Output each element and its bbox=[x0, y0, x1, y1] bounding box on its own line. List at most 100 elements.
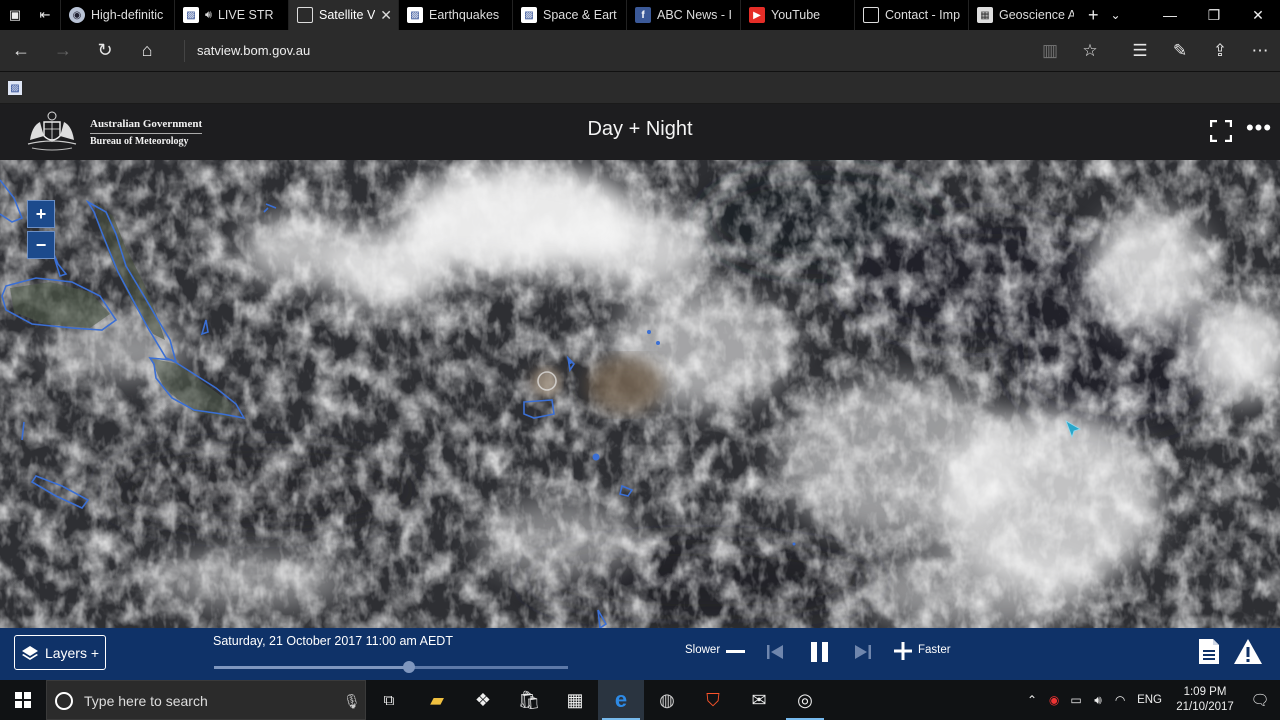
step-back-icon[interactable] bbox=[765, 642, 785, 662]
tab-title: LIVE STR bbox=[217, 8, 274, 22]
store-icon[interactable]: 🛍︎ bbox=[506, 680, 552, 720]
obs-icon[interactable]: ◎ bbox=[782, 680, 828, 720]
favorites-bar: ▨ bbox=[0, 72, 1280, 104]
facebook-icon: f bbox=[635, 7, 651, 23]
youtube-icon: ▶ bbox=[749, 7, 765, 23]
globe-app-icon[interactable]: ◍ bbox=[644, 680, 690, 720]
back-arrow-icon[interactable]: ← bbox=[0, 30, 42, 72]
new-tab-icon[interactable]: + bbox=[1088, 5, 1099, 26]
slower-minus-icon[interactable] bbox=[726, 650, 745, 653]
bom-icon: ▨ bbox=[407, 7, 423, 23]
speaker-icon[interactable]: 🔊︎ bbox=[205, 9, 212, 22]
tab-title: High-definitic bbox=[91, 8, 164, 22]
notifications-icon[interactable]: 🗨︎ bbox=[1240, 691, 1280, 709]
bom-icon: ▨ bbox=[183, 7, 199, 23]
search-placeholder: Type here to search bbox=[84, 693, 208, 709]
warning-icon[interactable] bbox=[1233, 638, 1263, 666]
task-view-icon[interactable]: ⧉ bbox=[366, 680, 412, 720]
layers-label: Layers + bbox=[44, 644, 100, 661]
fullscreen-icon[interactable] bbox=[1210, 120, 1232, 142]
tab-high-definition[interactable]: ◉ High-definitic bbox=[60, 0, 174, 30]
globe-icon: ◉ bbox=[69, 7, 85, 23]
timeline-progress bbox=[214, 666, 409, 669]
file-explorer-icon[interactable]: ▰ bbox=[414, 680, 460, 720]
cortana-icon bbox=[55, 692, 73, 710]
timeline-slider[interactable] bbox=[214, 661, 568, 673]
forward-arrow-icon[interactable]: → bbox=[42, 30, 84, 72]
home-icon[interactable]: ⌂ bbox=[126, 30, 168, 72]
page-title: Day + Night bbox=[587, 118, 693, 140]
layers-icon bbox=[21, 645, 38, 660]
layers-button[interactable]: Layers + bbox=[14, 635, 106, 670]
tab-youtube[interactable]: ▶ YouTube bbox=[740, 0, 854, 30]
tab-abc-news[interactable]: f ABC News - I bbox=[626, 0, 740, 30]
satellite-image bbox=[0, 160, 1280, 628]
calculator-icon[interactable]: ▦ bbox=[552, 680, 598, 720]
tab-earthquakes[interactable]: ▨ Earthquakes bbox=[398, 0, 512, 30]
bom-header: Australian Government Bureau of Meteorol… bbox=[0, 104, 1280, 160]
mail-icon[interactable]: ✉ bbox=[736, 680, 782, 720]
bom-icon: ▨ bbox=[521, 7, 537, 23]
zoom-out-button[interactable]: − bbox=[27, 231, 55, 259]
favorite-star-icon[interactable]: ☆ bbox=[1070, 30, 1110, 72]
restore-icon[interactable]: ❐ bbox=[1192, 0, 1236, 30]
step-forward-icon[interactable] bbox=[853, 642, 873, 662]
tab-space-earth[interactable]: ▨ Space & Eart bbox=[512, 0, 626, 30]
share-icon[interactable]: ⇪ bbox=[1200, 30, 1240, 72]
web-note-icon[interactable]: ✎ bbox=[1160, 30, 1200, 72]
close-tab-icon[interactable]: ✕ bbox=[380, 7, 392, 24]
minimize-icon[interactable]: — bbox=[1148, 0, 1192, 30]
system-tray: ⌃ ◉ ▭ 🔊︎ ◠ ENG 1:09 PM 21/10/2017 🗨︎ bbox=[1021, 680, 1280, 720]
url-field[interactable]: satview.bom.gov.au bbox=[184, 39, 310, 62]
address-bar: ← → ↻ ⌂ satview.bom.gov.au ▥ ☆ ☰ ✎ ⇪ ⋯ bbox=[0, 30, 1280, 72]
tab-preview-chevron-icon[interactable]: ⌄ bbox=[1111, 8, 1121, 22]
close-window-icon[interactable]: ✕ bbox=[1236, 0, 1280, 30]
wifi-icon[interactable]: ◠ bbox=[1109, 693, 1131, 707]
security-icon[interactable]: ◉ bbox=[1043, 693, 1065, 707]
edge-icon[interactable]: e bbox=[598, 680, 644, 720]
taskbar-search-box[interactable]: Type here to search 🎙︎ bbox=[46, 680, 366, 720]
tab-manager-icon[interactable]: ▣ bbox=[0, 0, 30, 30]
dropbox-icon[interactable]: ❖ bbox=[460, 680, 506, 720]
document-icon[interactable] bbox=[1198, 638, 1220, 665]
browser-tab-strip: ▣ ⇤ ◉ High-definitic ▨ 🔊︎ LIVE STR Satel… bbox=[0, 0, 1280, 30]
timeline-thumb[interactable] bbox=[402, 661, 415, 673]
tab-live-stream[interactable]: ▨ 🔊︎ LIVE STR bbox=[174, 0, 288, 30]
bom-favorite-icon[interactable]: ▨ bbox=[8, 81, 22, 95]
slower-label: Slower bbox=[685, 644, 721, 656]
volume-icon[interactable]: 🔊︎ bbox=[1087, 693, 1109, 708]
battery-icon[interactable]: ▭ bbox=[1065, 693, 1087, 707]
brave-icon[interactable]: ⛉ bbox=[690, 680, 736, 720]
faster-plus-icon[interactable] bbox=[893, 641, 913, 661]
more-menu-icon[interactable]: ⋯ bbox=[1240, 30, 1280, 72]
geoscience-icon: ▦ bbox=[977, 7, 993, 23]
frame-timestamp: Saturday, 21 October 2017 11:00 am AEDT bbox=[213, 634, 453, 648]
tab-title: Earthquakes bbox=[429, 8, 500, 22]
more-options-icon[interactable]: ••• bbox=[1244, 117, 1274, 144]
tab-geoscience[interactable]: ▦ Geoscience A bbox=[968, 0, 1082, 30]
tab-title: Geoscience A bbox=[999, 8, 1074, 22]
reading-view-icon[interactable]: ▥ bbox=[1030, 30, 1070, 72]
zoom-in-button[interactable]: + bbox=[27, 200, 55, 228]
start-button[interactable] bbox=[0, 680, 46, 720]
clock[interactable]: 1:09 PM 21/10/2017 bbox=[1170, 685, 1240, 715]
tab-title: Space & Eart bbox=[543, 8, 617, 22]
tab-title: Satellite V bbox=[319, 8, 376, 22]
microphone-icon[interactable]: 🎙︎ bbox=[343, 693, 361, 710]
tab-title: Contact - Imp bbox=[885, 8, 960, 22]
input-language[interactable]: ENG bbox=[1137, 694, 1162, 706]
favorites-hub-icon[interactable]: ☰ bbox=[1120, 30, 1160, 72]
windows-taskbar: Type here to search 🎙︎ ⧉ ▰ ❖ 🛍︎ ▦ e ◍ ⛉ … bbox=[0, 680, 1280, 720]
tab-contact[interactable]: Contact - Imp bbox=[854, 0, 968, 30]
pause-icon[interactable] bbox=[808, 640, 832, 664]
show-hidden-icons-chevron-icon[interactable]: ⌃ bbox=[1021, 693, 1043, 707]
windows-logo-icon bbox=[15, 692, 31, 708]
animation-player-bar: Layers + Saturday, 21 October 2017 11:00… bbox=[0, 628, 1280, 680]
satellite-map[interactable]: + − bbox=[0, 160, 1280, 628]
tab-title: YouTube bbox=[771, 8, 821, 22]
page-icon bbox=[863, 7, 879, 23]
clock-time: 1:09 PM bbox=[1183, 686, 1227, 698]
tabs-aside-icon[interactable]: ⇤ bbox=[30, 0, 60, 30]
refresh-icon[interactable]: ↻ bbox=[84, 30, 126, 72]
tab-satellite-view[interactable]: Satellite V ✕ bbox=[288, 0, 398, 30]
